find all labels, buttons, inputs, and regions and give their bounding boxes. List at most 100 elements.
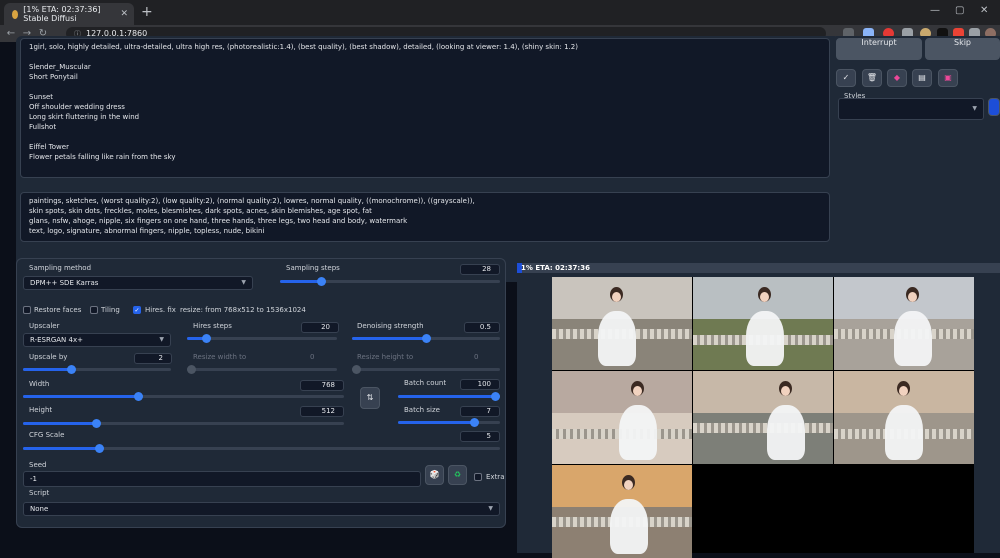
cfg-scale-input[interactable]: 5 — [460, 431, 500, 442]
image-face — [908, 292, 917, 302]
seed-input[interactable]: -1 — [23, 471, 421, 487]
hires-steps-slider[interactable] — [187, 334, 337, 343]
image-figure — [885, 405, 923, 460]
generated-image[interactable] — [834, 277, 974, 370]
image-ground — [693, 412, 833, 464]
slider-handle — [187, 365, 196, 374]
batch-size-input[interactable]: 7 — [460, 406, 500, 417]
swap-dimensions-icon[interactable]: ⇅ — [360, 387, 380, 409]
tiling-checkbox[interactable] — [90, 306, 98, 314]
image-face — [899, 386, 908, 396]
batch-size-label: Batch size — [404, 406, 440, 414]
upscale-by-label: Upscale by — [29, 353, 68, 361]
extra-checkbox[interactable] — [474, 473, 482, 481]
cfg-scale-label: CFG Scale — [29, 431, 65, 439]
save-icon[interactable]: ▣ — [938, 69, 958, 87]
output-gallery: 1% ETA: 02:37:36 — [517, 261, 1000, 558]
interrupt-button[interactable]: Interrupt — [836, 38, 922, 60]
slider-fill — [23, 368, 72, 371]
random-seed-icon[interactable]: 🎲 — [425, 465, 444, 485]
maximize-icon[interactable]: ▢ — [955, 5, 964, 16]
denoising-label: Denoising strength — [357, 322, 424, 330]
batch-count-label: Batch count — [404, 379, 447, 387]
generated-image[interactable] — [834, 371, 974, 464]
generated-image[interactable] — [552, 371, 692, 464]
favicon-icon — [12, 9, 19, 19]
minimize-icon[interactable]: — — [930, 5, 940, 16]
sampling-method-select[interactable]: DPM++ SDE Karras ▼ — [23, 276, 253, 290]
denoising-slider[interactable] — [352, 334, 500, 343]
webui-page: 1girl, solo, highly detailed, ultra-deta… — [0, 36, 1000, 558]
upscale-by-input[interactable]: 2 — [134, 353, 172, 364]
slider-handle[interactable] — [94, 444, 104, 453]
styles-apply-button[interactable] — [988, 98, 1000, 116]
hires-fix-checkbox[interactable]: ✓ — [133, 306, 141, 314]
progress-bar: 1% ETA: 02:37:36 — [517, 263, 1000, 273]
upscaler-label: Upscaler — [29, 322, 60, 330]
clipboard-icon[interactable]: ▤ — [912, 69, 932, 87]
hires-steps-input[interactable]: 20 — [301, 322, 339, 333]
check-icon[interactable]: ✓ — [836, 69, 856, 87]
sampling-steps-input[interactable]: 28 — [460, 264, 500, 275]
slider-handle — [352, 365, 361, 374]
width-label: Width — [29, 380, 50, 388]
batch-count-slider[interactable] — [398, 392, 500, 401]
hires-steps-label: Hires steps — [193, 322, 232, 330]
image-grid — [552, 277, 974, 558]
image-figure — [610, 499, 648, 554]
sampling-steps-slider[interactable] — [280, 277, 500, 286]
upscaler-select[interactable]: R-ESRGAN 4x+ ▼ — [23, 333, 171, 347]
generated-image[interactable] — [552, 277, 692, 370]
close-tab-icon[interactable]: ✕ — [120, 9, 128, 19]
restore-faces-label: Restore faces — [34, 306, 82, 314]
batch-count-input[interactable]: 100 — [460, 379, 500, 390]
image-face — [760, 292, 769, 302]
image-face — [624, 480, 633, 490]
slider-fill — [352, 337, 426, 340]
skip-button[interactable]: Skip — [925, 38, 1000, 60]
script-label: Script — [29, 489, 50, 497]
image-face — [612, 292, 621, 302]
slider-handle[interactable] — [470, 418, 479, 427]
slider-fill — [23, 447, 100, 450]
slider-handle[interactable] — [202, 334, 211, 343]
upscale-by-slider[interactable] — [23, 365, 171, 374]
image-figure — [767, 405, 805, 460]
slider-fill — [398, 395, 500, 398]
sampling-steps-label: Sampling steps — [286, 264, 340, 272]
height-input[interactable]: 512 — [300, 406, 344, 417]
slider-fill — [23, 395, 139, 398]
browser-tab[interactable]: [1% ETA: 02:37:36] Stable Diffusi ✕ — [4, 3, 134, 25]
styles-select[interactable]: ▼ — [838, 98, 984, 120]
image-figure — [746, 311, 784, 366]
resize-height-slider — [352, 365, 500, 374]
restore-faces-checkbox[interactable] — [23, 306, 31, 314]
slider-handle[interactable] — [491, 392, 500, 401]
positive-prompt-input[interactable]: 1girl, solo, highly detailed, ultra-deta… — [20, 38, 830, 178]
new-tab-icon[interactable]: + — [141, 4, 153, 20]
width-input[interactable]: 768 — [300, 380, 344, 391]
negative-prompt-input[interactable]: paintings, sketches, (worst quality:2), … — [20, 192, 830, 242]
slider-fill — [398, 421, 475, 424]
generated-image[interactable] — [552, 465, 692, 558]
script-select[interactable]: None ▼ — [23, 502, 500, 516]
image-figure — [619, 405, 657, 460]
slider-handle[interactable] — [421, 334, 431, 343]
trash-icon[interactable]: 🗑 — [862, 69, 882, 87]
chevron-down-icon: ▼ — [241, 279, 246, 286]
height-slider[interactable] — [23, 419, 344, 428]
width-slider[interactable] — [23, 392, 344, 401]
image-railing — [693, 423, 833, 433]
generated-image[interactable] — [693, 277, 833, 370]
slider-fill — [280, 280, 322, 283]
tiling-label: Tiling — [101, 306, 120, 314]
upscaler-value: R-ESRGAN 4x+ — [30, 336, 83, 344]
denoising-input[interactable]: 0.5 — [464, 322, 500, 333]
cfg-scale-slider[interactable] — [23, 444, 500, 453]
close-window-icon[interactable]: ✕ — [980, 5, 988, 16]
slider-handle[interactable] — [134, 392, 144, 401]
paint-icon[interactable]: ◆ — [887, 69, 907, 87]
generated-image[interactable] — [693, 371, 833, 464]
recycle-seed-icon[interactable]: ♻ — [448, 465, 467, 485]
batch-size-slider[interactable] — [398, 418, 500, 427]
